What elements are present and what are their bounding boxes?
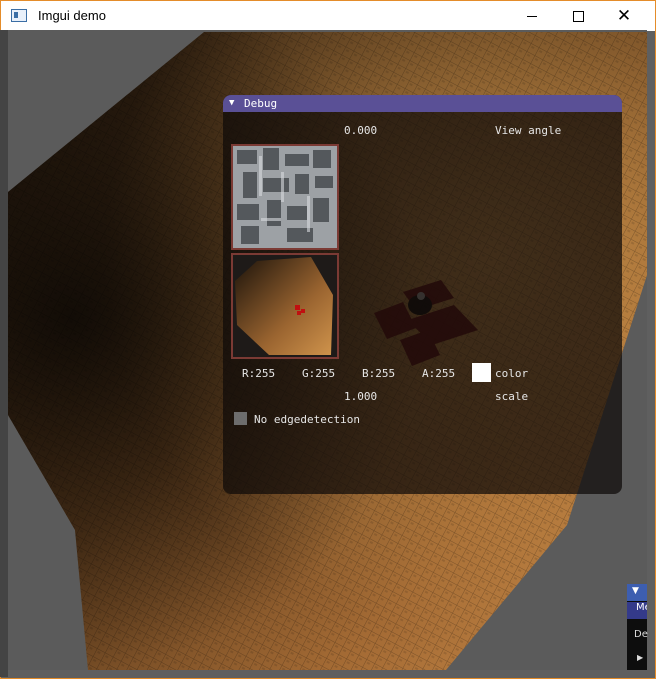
color-label: color — [495, 367, 529, 380]
mini-window-text: De — [634, 629, 648, 640]
collapse-triangle-icon[interactable]: ▼ — [229, 98, 234, 108]
mini-window-title-bar[interactable]: ▼ — [627, 584, 647, 601]
close-button[interactable]: ✕ — [601, 1, 647, 31]
maximize-icon — [572, 10, 584, 22]
view-angle-label: View angle — [495, 124, 562, 137]
mini-window-menu-tab[interactable]: Me — [627, 602, 647, 619]
color-a-field[interactable]: A:255 — [422, 367, 455, 380]
expand-triangle-icon[interactable]: ▶ — [637, 653, 643, 662]
color-r-field[interactable]: R:255 — [242, 367, 275, 380]
mini-window[interactable]: ▼ Me De ▶ — [627, 584, 648, 670]
color-g-field[interactable]: G:255 — [302, 367, 335, 380]
color-swatch-button[interactable] — [472, 363, 491, 382]
background-desktop-strip — [0, 30, 8, 677]
color-b-field[interactable]: B:255 — [362, 367, 395, 380]
title-bar[interactable]: Imgui demo ✕ — [1, 1, 655, 31]
scale-label: scale — [495, 390, 529, 403]
edgedetection-label: No edgedetection — [254, 413, 360, 426]
minimize-icon — [527, 15, 537, 17]
view-angle-slider[interactable]: 0.000 — [344, 124, 377, 137]
window-title: Imgui demo — [38, 8, 106, 23]
scene-render-preview — [231, 253, 339, 359]
stone-texture-preview — [231, 144, 339, 250]
minimize-button[interactable] — [509, 1, 555, 31]
edgedetection-checkbox[interactable] — [234, 412, 247, 425]
maximize-button[interactable] — [555, 1, 601, 31]
debug-title: Debug — [244, 97, 278, 110]
app-window-icon — [11, 9, 27, 22]
scale-slider[interactable]: 1.000 — [344, 390, 377, 403]
collapse-triangle-icon[interactable]: ▼ — [632, 586, 639, 596]
debug-window[interactable]: ▼ Debug 0.000 View angle R:255 G:255 B:2… — [223, 95, 622, 494]
debug-title-bar[interactable]: ▼ Debug — [223, 95, 622, 112]
close-icon: ✕ — [616, 5, 632, 26]
